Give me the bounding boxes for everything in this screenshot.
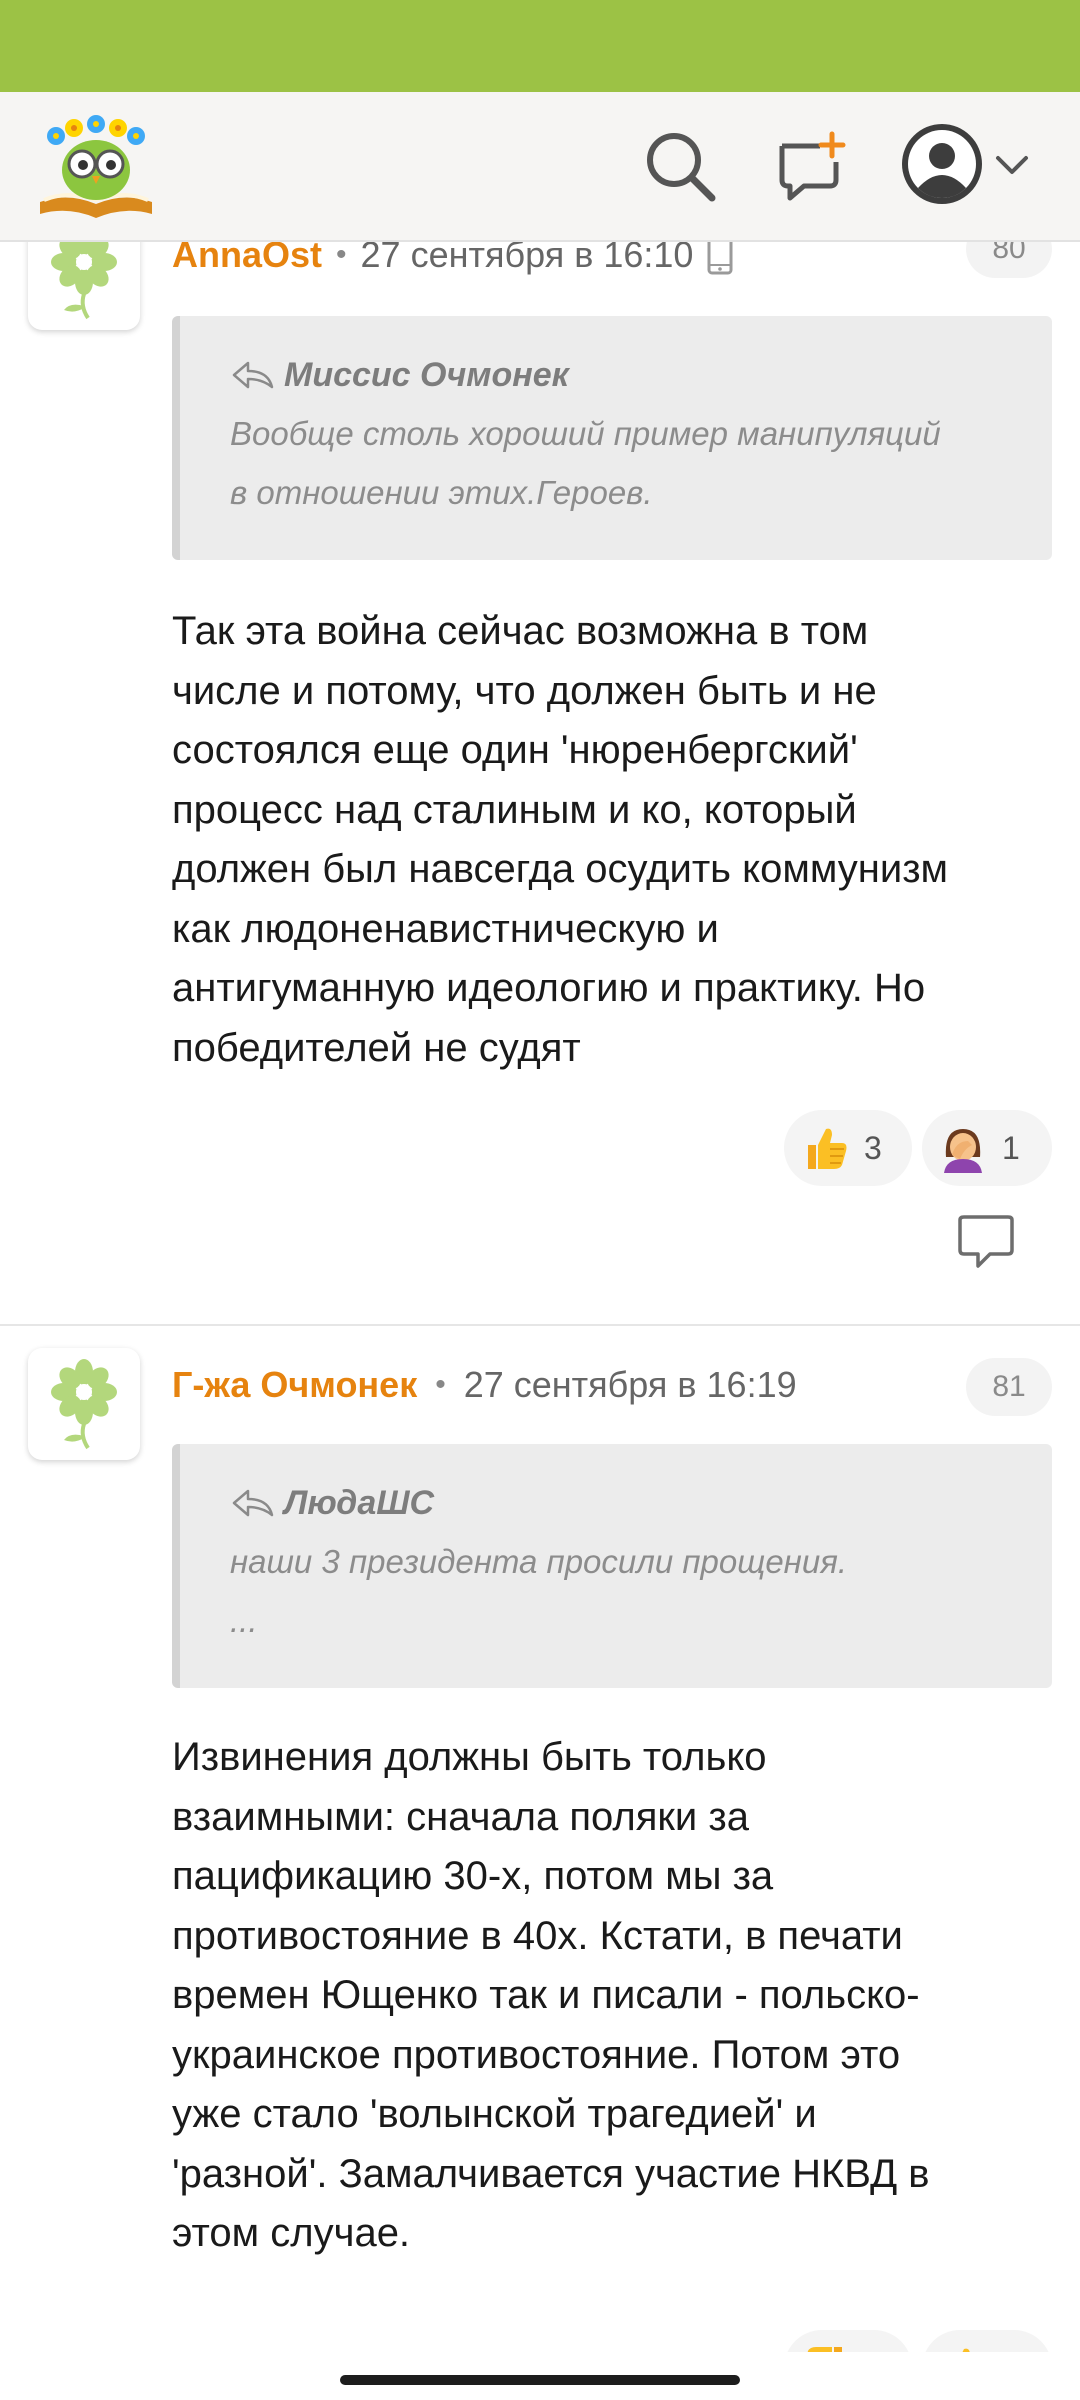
body-line: пацификацию 30-х, потом мы за (172, 1854, 774, 1898)
comment-meta: AnnaOst • 27 сентября в 16:10 (172, 242, 733, 280)
reaction-thumbs-down[interactable]: 2 (784, 2330, 912, 2352)
facepalm-woman-icon (944, 1129, 982, 1173)
quote-text: Вообще столь хороший пример манипуляций … (230, 404, 1012, 522)
body-line: должен был навсегда осудить коммунизм (172, 847, 949, 891)
body-line: числе и потому, что должен быть и не (172, 668, 877, 713)
flower-avatar-icon (51, 1359, 117, 1450)
body-line: 'разной'. Замалчивается участие НКВД в (172, 2151, 930, 2196)
comment-time: 27 сентября в 16:19 (463, 1364, 797, 1405)
comment-number-badge[interactable]: 81 (966, 1358, 1052, 1416)
quote-line: Вообще столь хороший пример манипуляций (230, 415, 941, 452)
user-avatar-icon[interactable] (900, 122, 984, 206)
body-line: этом случае. (172, 2211, 411, 2255)
comment-number-badge[interactable]: 80 (966, 242, 1052, 278)
chevron-down-icon[interactable] (994, 148, 1030, 184)
thumbs-up-icon (962, 2348, 970, 2352)
body-line: украинское противостояние. Потом это (172, 2032, 901, 2077)
thumbs-down-icon (807, 2347, 842, 2352)
body-line: победителей не судят (172, 1025, 581, 1070)
comment-time: 27 сентября в 16:10 (360, 242, 694, 275)
quote-text: наши 3 президента просили прощения. ... (230, 1532, 1012, 1650)
quote-line: в отношении этих.Героев. (230, 474, 653, 511)
comments-feed[interactable]: AnnaOst • 27 сентября в 16:10 80 Миссис … (0, 242, 1080, 2352)
body-line: состоялся еще один 'нюренбергский' (172, 728, 858, 772)
comment-separator (0, 1324, 1080, 1326)
comment-meta: Г-жа Очмонек • 27 сентября в 16:19 (172, 1360, 797, 1410)
new-message-icon[interactable] (774, 128, 850, 204)
flower-avatar-icon (51, 242, 117, 320)
quote-line: ... (230, 1602, 258, 1639)
quote-line: наши 3 президента просили прощения. (230, 1543, 847, 1580)
reply-arrow-icon (232, 1489, 274, 1517)
system-navigation-bar (0, 2352, 1080, 2400)
quote-author[interactable]: Миссис Очмонек (284, 356, 569, 395)
reaction-count: 1 (1002, 1129, 1020, 1166)
body-line: Так эта война сейчас возможна в том (172, 609, 869, 653)
comment-body: Так эта война сейчас возможна в том числ… (172, 602, 1064, 1078)
body-line: времен Ющенко так и писали - польско- (172, 1973, 920, 2017)
phone-icon (707, 242, 733, 275)
thumbs-up-icon (808, 1128, 847, 1169)
top-app-bar (0, 92, 1080, 242)
body-line: антигуманную идеологию и практику. Но (172, 966, 926, 1010)
body-line: противостояние в 40х. Кстати, в печати (172, 1913, 903, 1958)
avatar[interactable] (28, 242, 140, 330)
meta-separator: • (336, 242, 347, 271)
comment-author[interactable]: Г-жа Очмонек (172, 1364, 417, 1406)
reply-comment-icon[interactable] (956, 1214, 1016, 1270)
quote-author[interactable]: ЛюдаШС (284, 1484, 434, 1523)
body-line: как людоненавистническую и (172, 906, 719, 951)
reaction-count: 3 (864, 1129, 882, 1166)
comment-body: Извинения должны быть только взаимными: … (172, 1728, 1064, 2264)
quote-block: ЛюдаШС наши 3 президента просили прощени… (172, 1444, 1052, 1688)
comment-author[interactable]: AnnaOst (172, 242, 322, 276)
reaction-facepalm[interactable]: 1 (922, 1110, 1052, 1186)
reaction-thumbs-up[interactable]: 2 (922, 2330, 1052, 2352)
reaction-thumbs-up[interactable]: 3 (784, 1110, 912, 1186)
reply-arrow-icon (232, 361, 274, 389)
home-gesture-handle[interactable] (340, 2375, 740, 2385)
quote-block: Миссис Очмонек Вообще столь хороший прим… (172, 316, 1052, 560)
body-line: взаимными: сначала поляки за (172, 1794, 749, 1839)
status-bar (0, 0, 1080, 92)
owl-logo-icon[interactable] (34, 110, 158, 222)
body-line: процесс над сталиным и ко, который (172, 787, 857, 832)
search-icon[interactable] (642, 128, 718, 204)
meta-separator: • (435, 1368, 446, 1401)
body-line: Извинения должны быть только (172, 1735, 767, 1779)
body-line: уже стало 'волынской трагедией' и (172, 2092, 817, 2136)
avatar[interactable] (28, 1348, 140, 1460)
